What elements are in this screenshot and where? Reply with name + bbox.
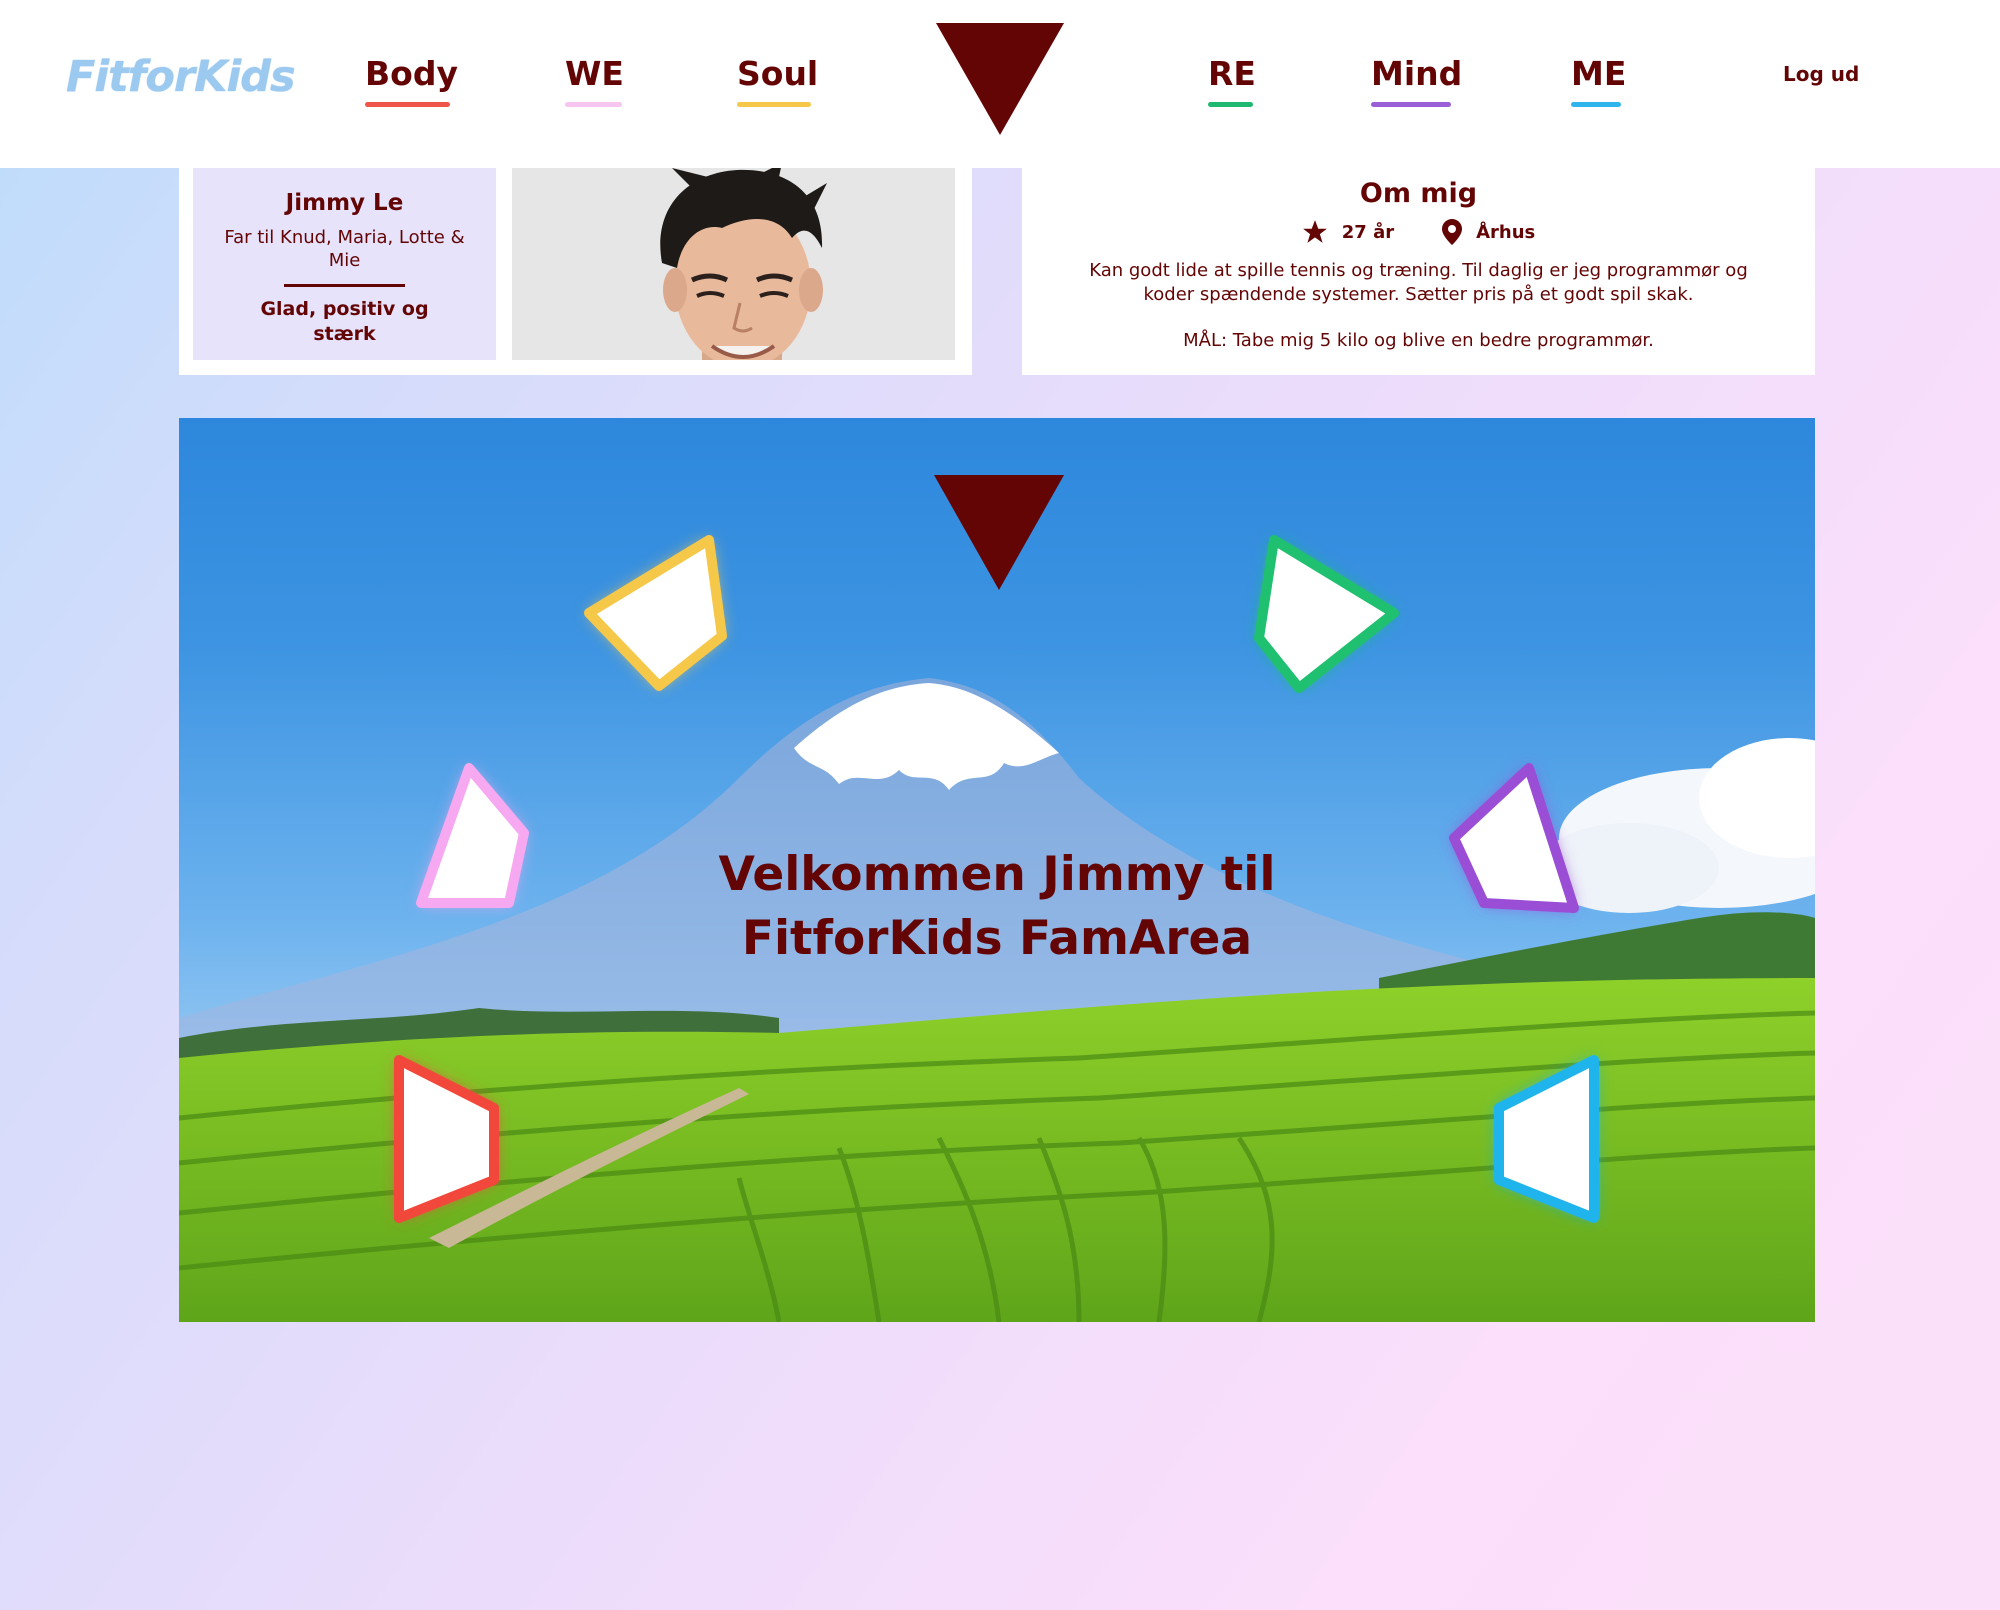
nav-label: ME xyxy=(1571,54,1627,93)
soul-triangle[interactable] xyxy=(559,518,769,718)
triangle-down-icon[interactable] xyxy=(936,23,1064,135)
divider xyxy=(284,284,405,287)
star-icon xyxy=(1302,220,1327,243)
logout-link[interactable]: Log ud xyxy=(1783,62,1859,86)
nav-item-re[interactable]: RE xyxy=(1208,54,1256,107)
facts-row: 27 år Århus xyxy=(1022,219,1815,245)
profile-relation: Far til Knud, Maria, Lotte & Mie xyxy=(224,227,465,271)
profile-photo xyxy=(512,168,955,360)
profile-info: Jimmy Le Far til Knud, Maria, Lotte & Mi… xyxy=(193,168,496,360)
about-title: Om mig xyxy=(1359,178,1478,209)
body-triangle[interactable] xyxy=(349,1038,549,1238)
city-text: Århus xyxy=(1476,221,1536,243)
about-card: Om mig 27 år Århus Kan godt lide at spil… xyxy=(1022,168,1815,375)
welcome-title: Velkommen Jimmy til FitforKids FamArea xyxy=(179,843,1815,971)
nav-item-soul[interactable]: Soul xyxy=(737,54,819,107)
nav-label: Body xyxy=(365,54,458,93)
welcome-line-1: Velkommen Jimmy til xyxy=(718,847,1276,902)
nav-underline xyxy=(365,102,450,107)
nav-label: Soul xyxy=(737,54,819,93)
location-pin-icon xyxy=(1442,219,1463,245)
city-fact: Århus xyxy=(1442,219,1535,245)
nav-item-body[interactable]: Body xyxy=(365,54,458,107)
profile-mood: Glad, positiv og stærk xyxy=(260,298,429,345)
triangle-down-icon[interactable] xyxy=(934,475,1064,590)
nav-underline xyxy=(1571,102,1621,107)
age-text: 27 år xyxy=(1341,221,1395,243)
me-triangle[interactable] xyxy=(1459,1038,1659,1238)
goal-text: MÅL: Tabe mig 5 kilo og blive en bedre p… xyxy=(1183,330,1654,351)
age-fact: 27 år xyxy=(1302,219,1394,245)
nav-underline xyxy=(565,102,622,107)
nav-item-we[interactable]: WE xyxy=(565,54,624,107)
about-text: Kan godt lide at spille tennis og trænin… xyxy=(1089,260,1748,305)
nav-underline xyxy=(1371,102,1451,107)
avatar xyxy=(512,168,955,360)
nav-item-mind[interactable]: Mind xyxy=(1371,54,1463,107)
nav-underline xyxy=(1208,102,1253,107)
welcome-line-2: FitforKids FamArea xyxy=(741,911,1253,966)
nav-label: Mind xyxy=(1371,54,1463,93)
re-triangle[interactable] xyxy=(1219,518,1429,718)
profile-name: Jimmy Le xyxy=(285,190,404,216)
nav-label: WE xyxy=(565,54,624,93)
nav-item-me[interactable]: ME xyxy=(1571,54,1627,107)
nav-underline xyxy=(737,102,811,107)
hero-banner: Velkommen Jimmy til FitforKids FamArea xyxy=(179,418,1815,1322)
nav-label: RE xyxy=(1208,54,1256,93)
logo[interactable]: FitforKids xyxy=(66,52,296,102)
